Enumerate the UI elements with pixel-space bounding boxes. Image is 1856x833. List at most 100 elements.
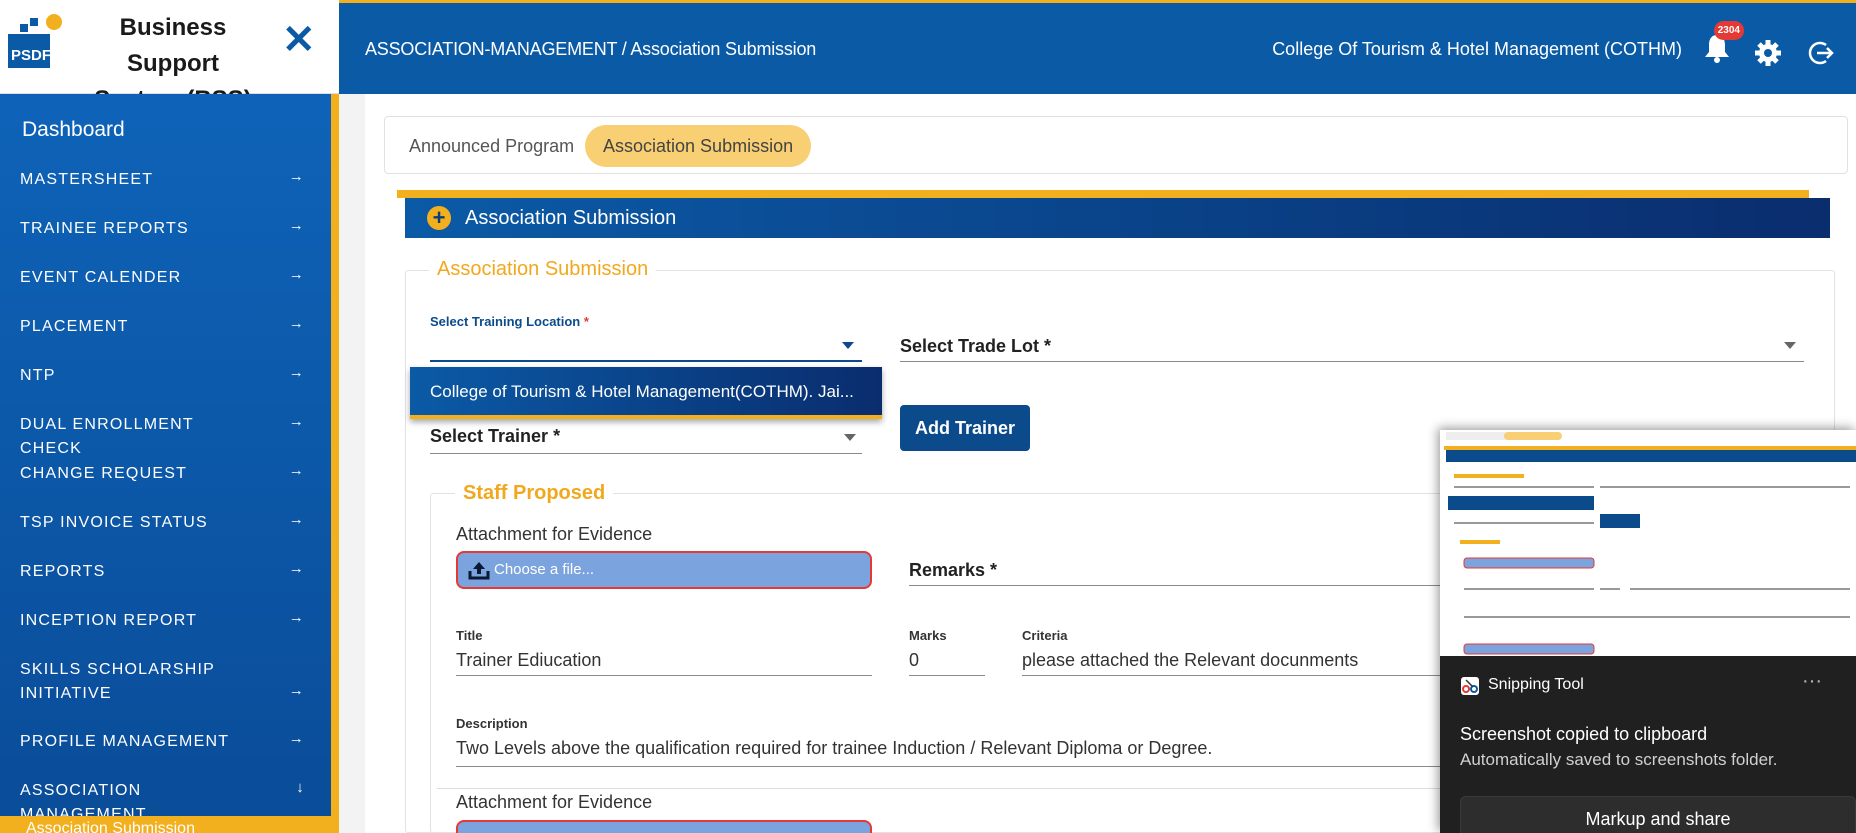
sidebar-item-label: INCEPTION REPORT xyxy=(20,612,198,629)
sidebar-item-label: PROFILE MANAGEMENT xyxy=(20,733,230,750)
sidebar-item-reports[interactable]: REPORTS → xyxy=(0,560,331,584)
title-label: Title xyxy=(456,628,483,643)
sidebar-item-event-calender[interactable]: EVENT CALENDER → xyxy=(0,266,331,290)
close-icon: ✕ xyxy=(282,18,316,62)
snipping-message: Screenshot copied to clipboard xyxy=(1460,724,1708,744)
tab-association-submission[interactable]: Association Submission xyxy=(585,125,812,167)
file-input-2[interactable] xyxy=(456,820,872,833)
training-location-option[interactable]: College of Tourism & Hotel Management(CO… xyxy=(410,367,882,419)
marks-field[interactable]: 0 xyxy=(909,646,985,676)
marks-value: 0 xyxy=(909,650,920,670)
top-bar: ASSOCIATION-MANAGEMENT / Association Sub… xyxy=(339,0,1856,94)
sidebar-item-label: EVENT CALENDER xyxy=(20,269,182,286)
sidebar-item-tsp-invoice-status[interactable]: TSP INVOICE STATUS → xyxy=(0,511,331,535)
title-field[interactable]: Trainer Ediucation xyxy=(456,646,872,676)
file-input-placeholder: Choose a file... xyxy=(494,561,595,578)
title-value: Trainer Ediucation xyxy=(456,650,602,670)
sidebar-item-mastersheet[interactable]: MASTERSHEET → xyxy=(0,168,331,192)
sidebar: Dashboard MASTERSHEET → TRAINEE REPORTS → … xyxy=(0,94,331,833)
logo-area: PSDF Business Support System (BSS) ✕ xyxy=(0,0,339,113)
remarks-field[interactable]: Remarks * xyxy=(909,556,1449,586)
criteria-field[interactable]: please attached the Relevant docunments xyxy=(1022,646,1449,676)
chevron-down-icon xyxy=(842,342,854,349)
snipping-tool-toast: Snipping Tool ··· Screenshot copied to c… xyxy=(1440,430,1856,833)
sidebar-item-profile-management[interactable]: PROFILE MANAGEMENT → xyxy=(0,730,331,754)
screenshot-preview-image xyxy=(1440,430,1856,656)
sidebar-item-trainee-reports[interactable]: TRAINEE REPORTS → xyxy=(0,217,331,241)
arrow-right-icon: → xyxy=(288,730,305,747)
sidebar-item-label: NTP xyxy=(20,367,56,384)
tab-bar: Announced Program Association Submission xyxy=(384,116,1848,174)
training-location-select[interactable] xyxy=(430,332,862,362)
sidebar-accent-strip xyxy=(331,94,339,833)
settings-button[interactable] xyxy=(1754,39,1782,67)
sidebar-item-label: CHANGE REQUEST xyxy=(20,465,188,482)
trade-lot-label: Select Trade Lot * xyxy=(900,336,1052,356)
sidebar-item-label: TRAINEE REPORTS xyxy=(20,220,189,237)
chevron-down-icon xyxy=(844,434,856,441)
markup-and-share-button[interactable]: Markup and share xyxy=(1460,796,1856,833)
sidebar-item-label: TSP INVOICE STATUS xyxy=(20,514,208,531)
trade-lot-select[interactable]: Select Trade Lot * xyxy=(900,332,1804,362)
upload-icon xyxy=(468,562,490,580)
tab-announced-program[interactable]: Announced Program xyxy=(391,125,592,167)
tsp-name: College Of Tourism & Hotel Management (C… xyxy=(1272,39,1682,59)
arrow-right-icon: → xyxy=(288,462,305,479)
sidebar-item-label: SKILLS SCHOLARSHIP INITIATIVE xyxy=(20,661,215,702)
training-location-label: Select Training Location * xyxy=(430,314,589,329)
trainer-label: Select Trainer * xyxy=(430,426,561,446)
sidebar-dashboard-link[interactable]: Dashboard xyxy=(22,118,125,142)
sidebar-item-change-request[interactable]: CHANGE REQUEST → xyxy=(0,462,331,486)
arrow-right-icon: → xyxy=(288,682,305,699)
content-gutter xyxy=(339,94,365,833)
file-input[interactable]: Choose a file... xyxy=(456,551,872,589)
attachment-label: Attachment for Evidence xyxy=(456,524,653,544)
screenshot-thumbnail[interactable] xyxy=(1440,430,1856,656)
psdf-logo: PSDF xyxy=(6,12,66,74)
sidebar-item-skills-scholarship-initiative[interactable]: SKILLS SCHOLARSHIP INITIATIVE → xyxy=(0,658,331,706)
chevron-down-icon xyxy=(1784,342,1796,349)
breadcrumb: ASSOCIATION-MANAGEMENT / Association Sub… xyxy=(365,39,817,59)
trainer-select[interactable]: Select Trainer * xyxy=(430,424,862,454)
sidebar-item-label: PLACEMENT xyxy=(20,318,129,335)
arrow-right-icon: → xyxy=(288,217,305,234)
remarks-label: Remarks * xyxy=(909,560,998,580)
arrow-right-icon: → xyxy=(288,364,305,381)
arrow-right-icon: → xyxy=(288,560,305,577)
sidebar-item-dual-enrollment-check[interactable]: DUAL ENROLLMENT CHECK → xyxy=(0,413,331,461)
arrow-right-icon: → xyxy=(288,315,305,332)
section-accent-strip xyxy=(397,190,1809,198)
notification-badge: 2304 xyxy=(1713,21,1744,40)
criteria-label: Criteria xyxy=(1022,628,1068,643)
close-sidebar-button[interactable]: ✕ xyxy=(282,18,316,62)
arrow-right-icon: → xyxy=(288,609,305,626)
gear-icon xyxy=(1755,40,1781,66)
snipping-tool-name: Snipping Tool xyxy=(1488,676,1584,693)
description-label: Description xyxy=(456,716,528,731)
section-header[interactable]: + Association Submission xyxy=(405,198,1830,238)
expand-plus-icon: + xyxy=(427,206,451,230)
criteria-value: please attached the Relevant docunments xyxy=(1022,650,1359,670)
sidebar-item-placement[interactable]: PLACEMENT → xyxy=(0,315,331,339)
logout-icon xyxy=(1808,41,1834,65)
sidebar-item-label: DUAL ENROLLMENT CHECK xyxy=(20,416,194,457)
arrow-right-icon: → xyxy=(288,511,305,528)
sidebar-item-inception-report[interactable]: INCEPTION REPORT → xyxy=(0,609,331,633)
app-title-line1: Business Support xyxy=(119,14,227,77)
sidebar-item-ntp[interactable]: NTP → xyxy=(0,364,331,388)
logo-text: PSDF xyxy=(11,47,51,64)
description-field[interactable]: Two Levels above the qualification requi… xyxy=(456,734,1449,767)
sidebar-item-label: REPORTS xyxy=(20,563,106,580)
sidebar-subitem-association-submission[interactable]: Association Submission xyxy=(0,816,331,833)
section-header-title: Association Submission xyxy=(465,207,677,229)
arrow-right-icon: → xyxy=(288,266,305,283)
logout-button[interactable] xyxy=(1806,39,1834,67)
row-divider xyxy=(437,788,1449,789)
add-trainer-button[interactable]: Add Trainer xyxy=(900,405,1030,451)
more-options-icon[interactable]: ··· xyxy=(1802,670,1822,693)
arrow-right-icon: → xyxy=(288,413,305,430)
snipping-sub-message: Automatically saved to screenshots folde… xyxy=(1460,750,1778,769)
description-value: Two Levels above the qualification requi… xyxy=(456,738,1213,758)
arrow-down-icon: ↓ xyxy=(296,779,305,796)
attachment-label-2: Attachment for Evidence xyxy=(456,792,653,812)
